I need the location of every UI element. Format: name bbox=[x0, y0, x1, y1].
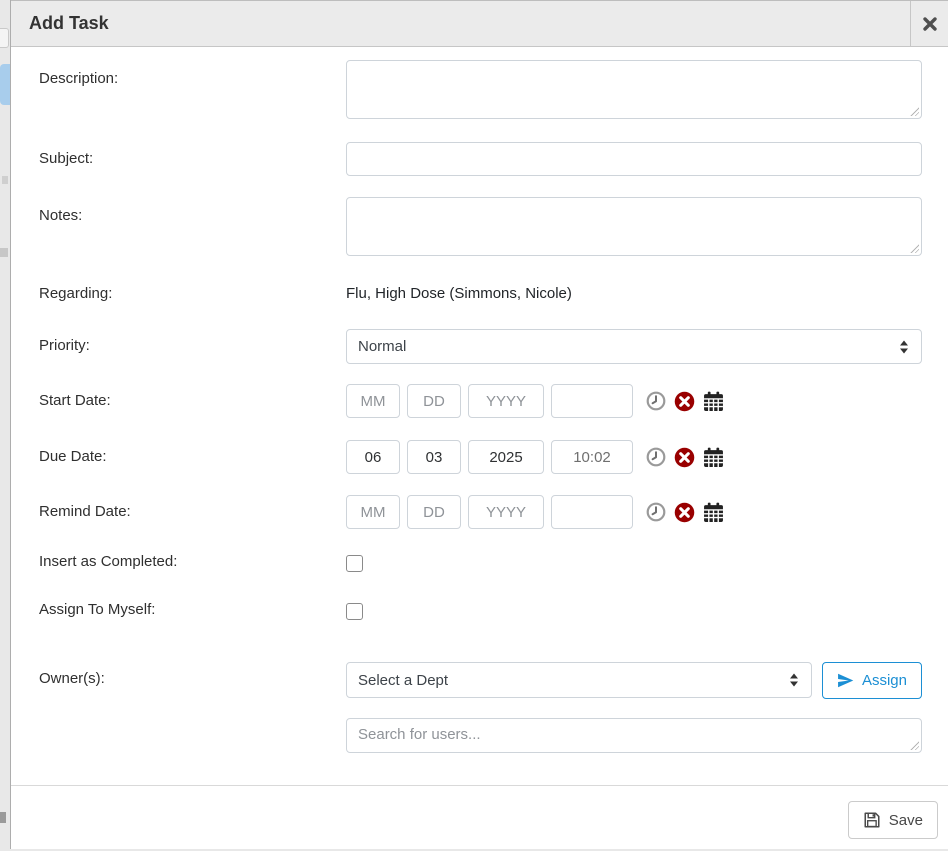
dialog-footer: Save bbox=[11, 785, 948, 851]
clear-date-icon[interactable] bbox=[674, 447, 695, 468]
insert-completed-checkbox[interactable] bbox=[346, 555, 363, 572]
priority-select[interactable]: Normal bbox=[346, 329, 922, 364]
chevron-updown-icon bbox=[790, 674, 799, 687]
calendar-icon[interactable] bbox=[703, 391, 724, 412]
clock-icon[interactable] bbox=[646, 391, 666, 411]
search-users-input[interactable] bbox=[346, 718, 922, 753]
subject-row: Subject: bbox=[39, 142, 922, 176]
due-date-label: Due Date: bbox=[39, 440, 346, 465]
description-label: Description: bbox=[39, 60, 346, 87]
remind-date-time-input[interactable] bbox=[551, 495, 633, 529]
assign-myself-row: Assign To Myself: bbox=[39, 601, 922, 620]
dept-select[interactable]: Select a Dept bbox=[346, 662, 812, 698]
due-date-day-input[interactable] bbox=[407, 440, 461, 474]
regarding-value: Flu, High Dose (Simmons, Nicole) bbox=[346, 284, 922, 302]
remind-date-label: Remind Date: bbox=[39, 495, 346, 520]
remind-date-row: Remind Date: bbox=[39, 495, 922, 529]
owners-label: Owner(s): bbox=[39, 662, 346, 687]
remind-date-day-input[interactable] bbox=[407, 495, 461, 529]
start-date-day-input[interactable] bbox=[407, 384, 461, 418]
regarding-label: Regarding: bbox=[39, 284, 346, 302]
subject-input bbox=[346, 142, 922, 176]
clock-icon[interactable] bbox=[646, 502, 666, 522]
assign-myself-checkbox[interactable] bbox=[346, 603, 363, 620]
remind-date-month-input[interactable] bbox=[346, 495, 400, 529]
priority-row: Priority: Normal bbox=[39, 329, 922, 364]
assign-button-label: Assign bbox=[862, 672, 907, 689]
assign-myself-label: Assign To Myself: bbox=[39, 601, 346, 618]
notes-textarea[interactable] bbox=[346, 197, 922, 256]
save-button[interactable]: Save bbox=[848, 801, 938, 839]
priority-selected-value: Normal bbox=[358, 338, 406, 355]
backdrop-fragment bbox=[0, 248, 8, 257]
backdrop-fragment bbox=[0, 64, 10, 105]
backdrop-fragment bbox=[2, 176, 8, 184]
subject-label: Subject: bbox=[39, 142, 346, 167]
clear-date-icon[interactable] bbox=[674, 502, 695, 523]
floppy-disk-icon bbox=[863, 811, 881, 829]
close-button[interactable] bbox=[910, 1, 948, 46]
clear-date-icon[interactable] bbox=[674, 391, 695, 412]
backdrop-fragment bbox=[0, 812, 6, 823]
search-users-row bbox=[39, 718, 922, 753]
due-date-time-input[interactable] bbox=[551, 440, 633, 474]
notes-label: Notes: bbox=[39, 197, 346, 224]
start-date-row: Start Date: bbox=[39, 384, 922, 418]
assign-button[interactable]: Assign bbox=[822, 662, 922, 699]
start-date-month-input[interactable] bbox=[346, 384, 400, 418]
start-date-time-input[interactable] bbox=[551, 384, 633, 418]
calendar-icon[interactable] bbox=[703, 502, 724, 523]
insert-completed-row: Insert as Completed: bbox=[39, 553, 922, 572]
dialog-body: Description: Subject: Notes: Regarding: … bbox=[11, 47, 948, 753]
remind-date-year-input[interactable] bbox=[468, 495, 544, 529]
priority-label: Priority: bbox=[39, 329, 346, 354]
backdrop-fragment bbox=[0, 28, 9, 48]
description-row: Description: bbox=[39, 60, 922, 119]
description-textarea[interactable] bbox=[346, 60, 922, 119]
clock-icon[interactable] bbox=[646, 447, 666, 467]
chevron-updown-icon bbox=[900, 340, 909, 353]
calendar-icon[interactable] bbox=[703, 447, 724, 468]
start-date-year-input[interactable] bbox=[468, 384, 544, 418]
paper-plane-icon bbox=[837, 672, 854, 689]
page-backdrop bbox=[0, 0, 10, 849]
regarding-row: Regarding: Flu, High Dose (Simmons, Nico… bbox=[39, 284, 922, 302]
due-date-month-input[interactable] bbox=[346, 440, 400, 474]
close-icon bbox=[922, 16, 938, 32]
dialog-title: Add Task bbox=[11, 1, 910, 46]
notes-row: Notes: bbox=[39, 197, 922, 256]
dept-selected-value: Select a Dept bbox=[358, 672, 448, 689]
due-date-year-input[interactable] bbox=[468, 440, 544, 474]
start-date-label: Start Date: bbox=[39, 384, 346, 409]
add-task-dialog: Add Task Description: Subject: Notes: bbox=[10, 0, 948, 849]
insert-completed-label: Insert as Completed: bbox=[39, 553, 346, 570]
owners-row: Owner(s): Select a Dept Assign bbox=[39, 662, 922, 699]
save-button-label: Save bbox=[889, 812, 923, 829]
due-date-row: Due Date: bbox=[39, 440, 922, 474]
dialog-header: Add Task bbox=[11, 0, 948, 47]
